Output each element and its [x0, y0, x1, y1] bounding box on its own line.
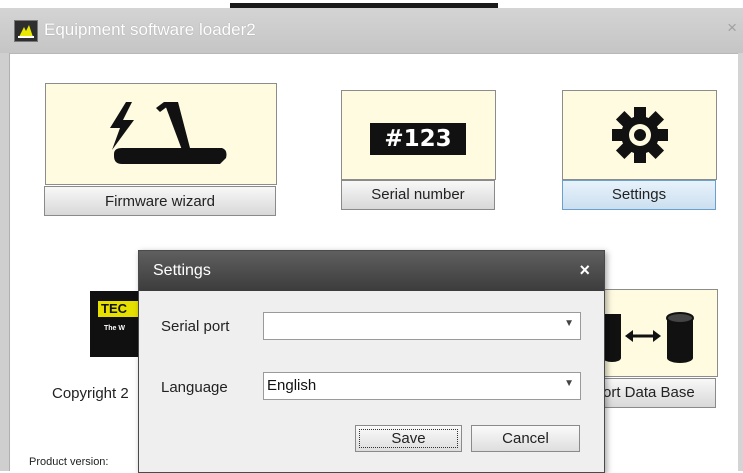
settings-label: Settings	[611, 186, 667, 203]
app-title: Equipment software loader2	[44, 20, 256, 39]
company-logo: TEC The W	[90, 291, 138, 357]
window-right-border	[738, 53, 743, 471]
dialog-title: Settings	[153, 262, 211, 279]
serial-number-tile[interactable]: #123	[341, 90, 496, 180]
settings-dialog: Settings × Serial port ▼ Language Englis…	[138, 250, 605, 473]
database-tile[interactable]	[600, 289, 718, 377]
firmware-wizard-button[interactable]: Firmware wizard	[44, 186, 276, 216]
save-button[interactable]: Save	[355, 425, 462, 452]
firmware-wizard-label: Firmware wizard	[104, 193, 215, 210]
serial-number-button[interactable]: Serial number	[341, 180, 495, 210]
gear-icon	[610, 105, 670, 170]
logo-tagline: The W	[104, 325, 125, 332]
serial-port-select[interactable]: ▼	[263, 312, 581, 340]
screen-top-edge	[0, 0, 743, 8]
settings-button[interactable]: Settings	[562, 180, 716, 210]
dialog-close-icon[interactable]: ×	[579, 260, 590, 281]
database-button[interactable]: ort Data Base	[600, 378, 716, 408]
database-sync-icon	[601, 310, 701, 371]
database-label: ort Data Base	[603, 384, 695, 401]
settings-tile[interactable]	[562, 90, 717, 180]
save-label: Save	[391, 430, 426, 447]
app-titlebar: Equipment software loader2 ×	[0, 8, 743, 54]
product-version-label: Product version:	[29, 456, 109, 468]
chevron-down-icon: ▼	[564, 378, 574, 389]
language-label: Language	[161, 379, 228, 396]
chevron-down-icon: ▼	[564, 318, 574, 329]
logo-mark: TEC	[98, 301, 138, 317]
app-logo-icon	[14, 20, 38, 42]
window-left-border	[0, 53, 10, 471]
copyright-text: Copyright 2	[52, 385, 129, 402]
dialog-titlebar: Settings ×	[139, 251, 604, 291]
serial-number-label: Serial number	[371, 186, 465, 203]
language-value: English	[267, 377, 317, 394]
serial-port-label: Serial port	[161, 318, 230, 335]
firmware-wizard-tile[interactable]	[45, 83, 277, 185]
treadmill-bolt-icon	[104, 98, 229, 175]
cancel-label: Cancel	[502, 430, 549, 447]
cancel-button[interactable]: Cancel	[471, 425, 580, 452]
language-select[interactable]: English ▼	[263, 372, 581, 400]
serial-number-icon: #123	[370, 123, 466, 155]
app-close-icon[interactable]: ×	[727, 18, 737, 38]
